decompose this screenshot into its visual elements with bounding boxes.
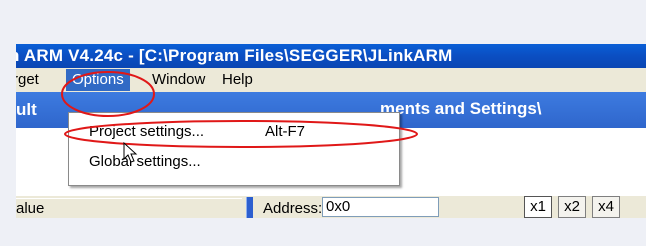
title-bar: n ARM V4.24c - [C:\Program Files\SEGGER\…: [16, 44, 646, 68]
address-label: Address:: [263, 200, 323, 217]
zoom-x4-button[interactable]: x4: [592, 196, 620, 218]
right-pane-title: ments and Settings\: [380, 99, 542, 118]
options-dropdown-menu: Project settings... Alt-F7 Global settin…: [68, 112, 400, 186]
left-pane-title: ult: [16, 100, 37, 119]
menu-window[interactable]: Window: [152, 69, 205, 91]
value-column-header[interactable]: alue: [16, 198, 242, 218]
address-input[interactable]: 0x0: [322, 197, 439, 217]
menu-item-global-settings[interactable]: Global settings...: [89, 153, 201, 170]
window-title: n ARM V4.24c - [C:\Program Files\SEGGER\…: [16, 46, 453, 65]
global-settings-label: Global settings...: [89, 153, 201, 170]
project-settings-label: Project settings...: [89, 123, 205, 140]
project-settings-shortcut: Alt-F7: [265, 123, 306, 140]
menu-bar: rget Options Window Help: [16, 69, 646, 91]
screenshot: n ARM V4.24c - [C:\Program Files\SEGGER\…: [16, 44, 646, 218]
menu-item-project-settings[interactable]: Project settings... Alt-F7: [89, 123, 305, 140]
menu-target[interactable]: rget: [16, 69, 39, 91]
pane-splitter[interactable]: [246, 197, 253, 218]
menu-options[interactable]: Options: [66, 69, 130, 91]
zoom-x2-button[interactable]: x2: [558, 196, 586, 218]
zoom-x1-button[interactable]: x1: [524, 196, 552, 218]
menu-help[interactable]: Help: [222, 69, 253, 91]
